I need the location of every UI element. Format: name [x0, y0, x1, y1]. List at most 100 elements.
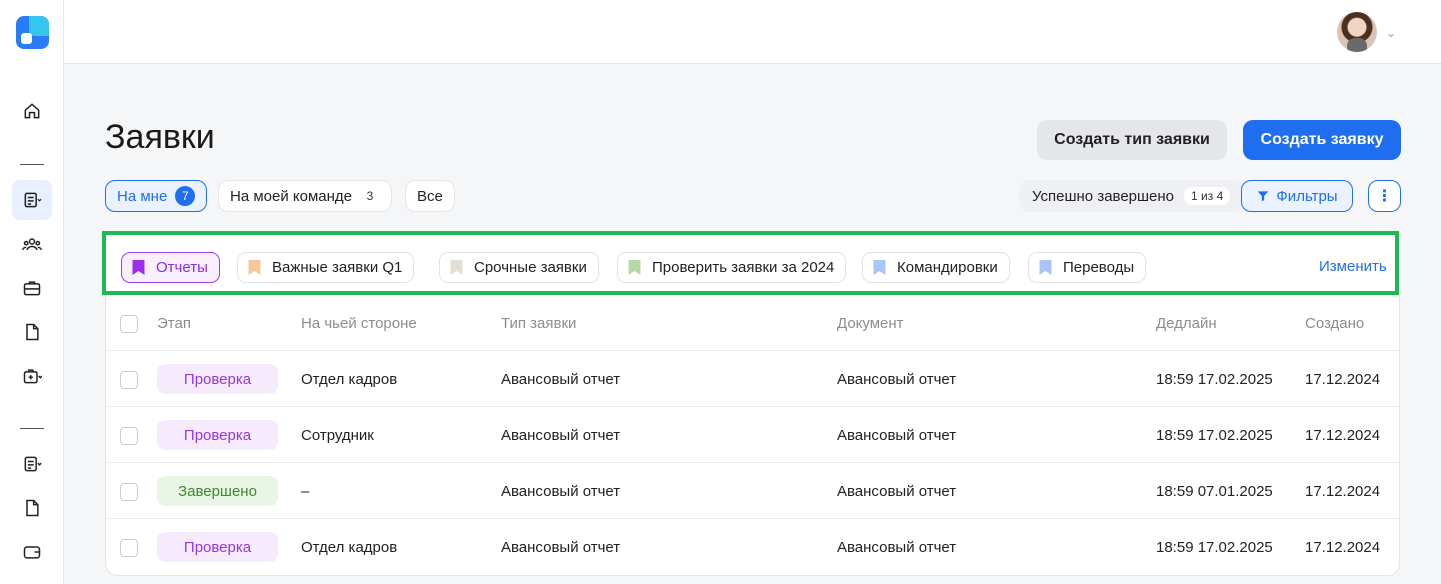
tab-my-team[interactable]: На моей команде 3 — [218, 180, 392, 212]
side-cell: Отдел кадров — [301, 370, 398, 388]
page-title: Заявки — [105, 118, 215, 156]
created-cell: 17.12.2024 — [1305, 538, 1381, 556]
saved-filter-transfers[interactable]: Переводы — [1028, 252, 1147, 283]
sidebar-item-file[interactable] — [12, 488, 52, 528]
row-checkbox[interactable] — [120, 539, 138, 557]
saved-filter-reports[interactable]: Отчеты — [121, 252, 220, 283]
side-cell: – — [301, 482, 310, 500]
side-cell: Отдел кадров — [301, 538, 398, 556]
document-icon — [26, 323, 39, 341]
type-cell: Авансовый отчет — [501, 538, 621, 556]
tab-count: 3 — [366, 189, 374, 203]
sidebar-item-briefcase[interactable] — [12, 268, 52, 308]
deadline-cell: 18:59 07.01.2025 — [1156, 482, 1273, 500]
column-header[interactable]: Создано — [1305, 295, 1364, 351]
list-icon — [24, 456, 42, 472]
bookmark-icon — [132, 260, 145, 275]
document-cell: Авансовый отчет — [837, 538, 957, 556]
status-badge: Завершено — [157, 476, 278, 506]
requests-table: Этап На чьей стороне Тип заявки Документ… — [105, 295, 1400, 576]
tab-label: На мне — [117, 187, 168, 205]
row-checkbox[interactable] — [120, 483, 138, 501]
wallet-icon — [23, 546, 41, 559]
tab-all[interactable]: Все — [405, 180, 455, 212]
column-header[interactable]: Дедлайн — [1156, 295, 1217, 351]
column-header[interactable]: Тип заявки — [501, 295, 576, 351]
column-header[interactable]: Этап — [157, 295, 191, 351]
table-header: Этап На чьей стороне Тип заявки Документ… — [106, 295, 1399, 351]
sidebar-divider — [20, 164, 44, 165]
filter-icon — [1258, 191, 1269, 202]
saved-filter-important-q1[interactable]: Важные заявки Q1 — [237, 252, 415, 283]
saved-filter-business-trips[interactable]: Командировки — [862, 252, 1010, 283]
saved-filter-urgent[interactable]: Срочные заявки — [439, 252, 599, 283]
type-cell: Авансовый отчет — [501, 426, 621, 444]
tab-label: На моей команде — [230, 187, 352, 205]
briefcase-icon — [23, 281, 41, 296]
bookmark-icon — [248, 260, 261, 275]
saved-filters-row: Отчеты Важные заявки Q1 Срочные заявки П… — [102, 231, 1399, 295]
bookmark-icon — [628, 260, 641, 275]
row-checkbox[interactable] — [120, 427, 138, 445]
filters-label: Фильтры — [1276, 187, 1338, 205]
saved-filter-label: Отчеты — [156, 259, 208, 276]
tab-count: 7 — [175, 186, 196, 206]
sidebar-item-list[interactable] — [12, 444, 52, 484]
sidebar-divider — [20, 428, 44, 429]
created-cell: 17.12.2024 — [1305, 370, 1381, 388]
top-bar — [64, 0, 1441, 64]
status-badge: Проверка — [157, 532, 278, 562]
row-checkbox[interactable] — [120, 371, 138, 389]
document-cell: Авансовый отчет — [837, 482, 957, 500]
saved-filter-label: Проверить заявки за 2024 — [652, 259, 835, 276]
saved-filter-check-2024[interactable]: Проверить заявки за 2024 — [617, 252, 847, 283]
sidebar-item-home[interactable] — [12, 91, 52, 131]
sidebar-item-documents[interactable] — [12, 312, 52, 352]
home-icon — [24, 103, 40, 119]
status-filter-label: Успешно завершено — [1032, 187, 1175, 205]
table-row[interactable]: Проверка Отдел кадров Авансовый отчет Ав… — [106, 519, 1399, 575]
more-vertical-icon[interactable]: ⋮ — [1368, 180, 1401, 212]
document-cell: Авансовый отчет — [837, 370, 957, 388]
saved-filter-label: Срочные заявки — [474, 259, 587, 276]
table-row[interactable]: Проверка Сотрудник Авансовый отчет Аванс… — [106, 407, 1399, 463]
deadline-cell: 18:59 17.02.2025 — [1156, 370, 1273, 388]
edit-saved-filters-link[interactable]: Изменить — [1319, 258, 1387, 275]
select-all-checkbox[interactable] — [120, 315, 138, 333]
sidebar-item-requests[interactable] — [12, 180, 52, 220]
status-filter-chip[interactable]: Успешно завершено 1 из 4 — [1019, 180, 1243, 212]
deadline-cell: 18:59 17.02.2025 — [1156, 538, 1273, 556]
filters-button[interactable]: Фильтры — [1241, 180, 1353, 212]
column-header[interactable]: На чьей стороне — [301, 295, 417, 351]
chevron-down-icon[interactable]: ⌄ — [1386, 26, 1396, 40]
type-cell: Авансовый отчет — [501, 482, 621, 500]
column-header[interactable]: Документ — [837, 295, 904, 351]
sidebar — [0, 0, 64, 584]
saved-filter-label: Командировки — [897, 259, 998, 276]
create-request-type-button[interactable]: Создать тип заявки — [1037, 120, 1227, 160]
tab-on-me[interactable]: На мне 7 — [105, 180, 208, 212]
bookmark-icon — [450, 260, 463, 275]
status-filter-counter: 1 из 4 — [1184, 187, 1231, 205]
table-row[interactable]: Проверка Отдел кадров Авансовый отчет Ав… — [106, 351, 1399, 407]
table-row[interactable]: Завершено – Авансовый отчет Авансовый от… — [106, 463, 1399, 519]
saved-filter-label: Важные заявки Q1 — [272, 259, 403, 276]
created-cell: 17.12.2024 — [1305, 426, 1381, 444]
team-icon — [22, 238, 42, 251]
sidebar-item-team[interactable] — [12, 224, 52, 264]
deadline-cell: 18:59 17.02.2025 — [1156, 426, 1273, 444]
sidebar-item-medkit[interactable] — [12, 356, 52, 396]
status-badge: Проверка — [157, 420, 278, 450]
file-icon — [26, 499, 39, 517]
sidebar-item-wallet[interactable] — [12, 532, 52, 572]
medkit-icon — [23, 369, 42, 384]
create-request-button[interactable]: Создать заявку — [1243, 120, 1401, 160]
avatar[interactable] — [1337, 12, 1377, 52]
document-cell: Авансовый отчет — [837, 426, 957, 444]
bookmark-icon — [873, 260, 886, 275]
app-logo[interactable] — [16, 16, 49, 49]
requests-icon — [24, 192, 42, 208]
bookmark-icon — [1039, 260, 1052, 275]
tab-label: Все — [417, 187, 443, 205]
saved-filter-label: Переводы — [1063, 259, 1135, 276]
